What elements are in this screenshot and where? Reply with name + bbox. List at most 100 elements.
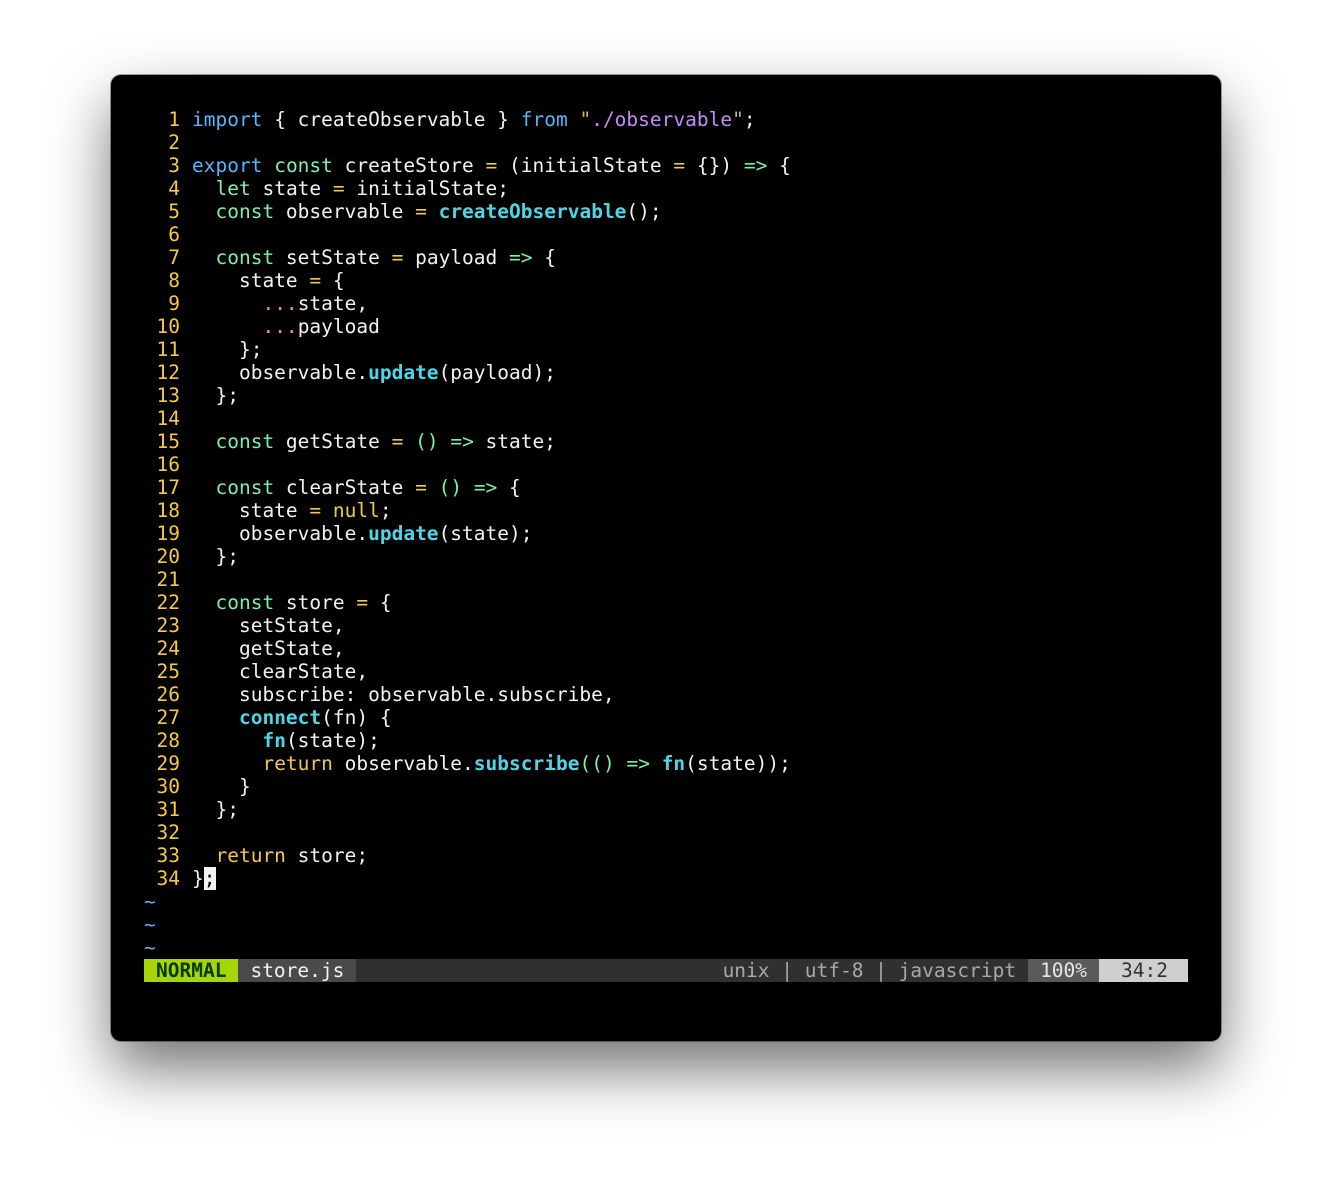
line-number: 3: [168, 154, 180, 177]
line-content[interactable]: ...state,: [192, 292, 368, 315]
line-number: 24: [156, 637, 180, 660]
code-line[interactable]: 7 const setState = payload => {: [144, 246, 1188, 269]
line-number: 15: [156, 430, 180, 453]
code-line[interactable]: 8 state = {: [144, 269, 1188, 292]
code-line[interactable]: 28 fn(state);: [144, 729, 1188, 752]
line-content[interactable]: export const createStore = (initialState…: [192, 154, 791, 177]
tilde-marker: ~: [144, 890, 156, 913]
code-line[interactable]: 6: [144, 223, 1188, 246]
line-content[interactable]: const setState = payload => {: [192, 246, 556, 269]
code-line[interactable]: 2: [144, 131, 1188, 154]
code-line[interactable]: 30 }: [144, 775, 1188, 798]
line-content[interactable]: const store = {: [192, 591, 391, 614]
line-content[interactable]: state = {: [192, 269, 345, 292]
code-line[interactable]: 17 const clearState = () => {: [144, 476, 1188, 499]
line-content[interactable]: let state = initialState;: [192, 177, 509, 200]
code-line[interactable]: 16: [144, 453, 1188, 476]
line-number: 23: [156, 614, 180, 637]
line-content[interactable]: const getState = () => state;: [192, 430, 556, 453]
line-number: 31: [156, 798, 180, 821]
line-content[interactable]: state = null;: [192, 499, 392, 522]
line-number: 19: [156, 522, 180, 545]
line-number: 9: [168, 292, 180, 315]
line-content[interactable]: };: [192, 338, 263, 361]
line-content[interactable]: connect(fn) {: [192, 706, 392, 729]
line-content[interactable]: ...payload: [192, 315, 379, 338]
line-number: 18: [156, 499, 180, 522]
line-content[interactable]: return store;: [192, 844, 368, 867]
line-number: 34: [156, 867, 180, 890]
code-line[interactable]: 22 const store = {: [144, 591, 1188, 614]
line-number: 22: [156, 591, 180, 614]
line-number: 17: [156, 476, 180, 499]
line-number: 8: [168, 269, 180, 292]
line-number: 27: [156, 706, 180, 729]
code-line[interactable]: 26 subscribe: observable.subscribe,: [144, 683, 1188, 706]
code-line[interactable]: 31 };: [144, 798, 1188, 821]
code-line[interactable]: 11 };: [144, 338, 1188, 361]
code-line[interactable]: 15 const getState = () => state;: [144, 430, 1188, 453]
line-content[interactable]: observable.update(payload);: [192, 361, 556, 384]
code-line[interactable]: 3 export const createStore = (initialStat…: [144, 154, 1188, 177]
line-number: 13: [156, 384, 180, 407]
tilde-marker: ~: [144, 936, 156, 959]
line-number: 30: [156, 775, 180, 798]
line-number: 33: [156, 844, 180, 867]
code-line[interactable]: 1 import { createObservable } from "./obs…: [144, 108, 1188, 131]
line-number: 32: [156, 821, 180, 844]
code-line[interactable]: 34};: [144, 867, 1188, 890]
code-line[interactable]: 5 const observable = createObservable();: [144, 200, 1188, 223]
line-content[interactable]: };: [192, 867, 216, 890]
status-spacer: [356, 959, 722, 982]
line-content[interactable]: };: [192, 798, 239, 821]
code-line[interactable]: 27 connect(fn) {: [144, 706, 1188, 729]
cursor-position: 34:2: [1099, 959, 1188, 982]
line-content[interactable]: const observable = createObservable();: [192, 200, 661, 223]
line-content[interactable]: };: [192, 384, 239, 407]
code-line[interactable]: 24 getState,: [144, 637, 1188, 660]
line-content[interactable]: clearState,: [192, 660, 368, 683]
code-line[interactable]: 23 setState,: [144, 614, 1188, 637]
line-content[interactable]: };: [192, 545, 239, 568]
code-line[interactable]: 21: [144, 568, 1188, 591]
code-line[interactable]: 12 observable.update(payload);: [144, 361, 1188, 384]
line-content[interactable]: fn(state);: [192, 729, 379, 752]
code-line[interactable]: 9 ...state,: [144, 292, 1188, 315]
code-line[interactable]: 19 observable.update(state);: [144, 522, 1188, 545]
code-line[interactable]: 10 ...payload: [144, 315, 1188, 338]
file-info: unix | utf-8 | javascript: [722, 959, 1017, 982]
code-line[interactable]: 14: [144, 407, 1188, 430]
code-line[interactable]: 13 };: [144, 384, 1188, 407]
line-number: 28: [156, 729, 180, 752]
status-line: NORMAL store.js unix | utf-8 | javascrip…: [144, 959, 1188, 982]
line-number: 16: [156, 453, 180, 476]
mode-indicator: NORMAL: [144, 959, 239, 982]
line-number: 2: [168, 131, 180, 154]
vim-editor[interactable]: 1 import { createObservable } from "./obs…: [144, 108, 1188, 959]
code-line[interactable]: 18 state = null;: [144, 499, 1188, 522]
line-content[interactable]: setState,: [192, 614, 345, 637]
line-content[interactable]: subscribe: observable.subscribe,: [192, 683, 615, 706]
line-content[interactable]: observable.update(state);: [192, 522, 533, 545]
line-content[interactable]: }: [192, 775, 251, 798]
empty-buffer-lines: ~ ~ ~: [144, 890, 1188, 959]
line-number: 1: [168, 108, 180, 131]
line-number: 21: [156, 568, 180, 591]
line-number: 29: [156, 752, 180, 775]
scroll-percent: 100%: [1028, 959, 1100, 982]
line-content[interactable]: import { createObservable } from "./obse…: [192, 108, 756, 131]
code-line[interactable]: 20 };: [144, 545, 1188, 568]
code-area[interactable]: 1 import { createObservable } from "./obs…: [144, 108, 1188, 890]
code-line[interactable]: 29 return observable.subscribe(() => fn(…: [144, 752, 1188, 775]
line-number: 12: [156, 361, 180, 384]
code-line[interactable]: 4 let state = initialState;: [144, 177, 1188, 200]
line-number: 20: [156, 545, 180, 568]
code-line[interactable]: 25 clearState,: [144, 660, 1188, 683]
line-number: 5: [168, 200, 180, 223]
code-line[interactable]: 32: [144, 821, 1188, 844]
line-content[interactable]: const clearState = () => {: [192, 476, 520, 499]
line-content[interactable]: return observable.subscribe(() => fn(sta…: [192, 752, 790, 775]
code-line[interactable]: 33 return store;: [144, 844, 1188, 867]
line-content[interactable]: getState,: [192, 637, 345, 660]
tilde-marker: ~: [144, 913, 156, 936]
